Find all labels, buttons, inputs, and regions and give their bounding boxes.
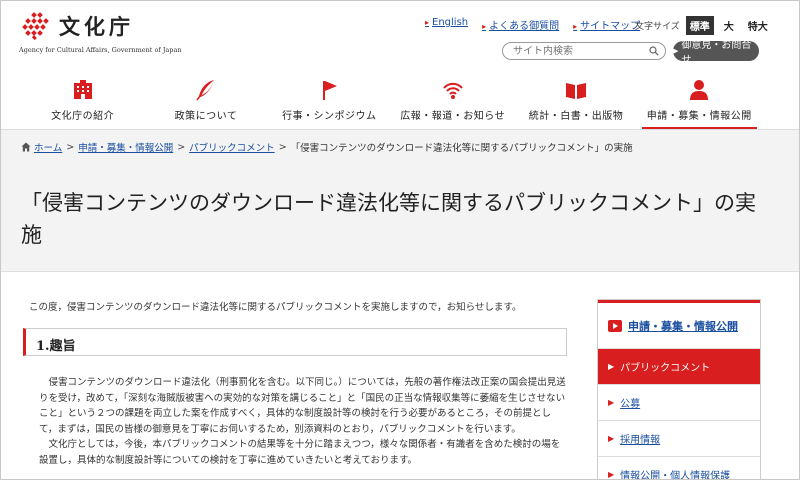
font-size-large-button[interactable]: 大 — [720, 16, 738, 35]
arrow-right-icon: ▸ — [573, 22, 578, 31]
nav-label: 政策について — [174, 111, 238, 122]
nav-label: 文化庁の紹介 — [51, 111, 115, 122]
nav-item-policy[interactable]: 政策について — [144, 73, 267, 129]
nav-label: 統計・白書・出版物 — [528, 111, 624, 122]
faq-link-label: よくある御質問 — [489, 21, 560, 32]
book-icon — [565, 83, 586, 99]
side-item-label: パブリックコメント — [620, 363, 711, 374]
breadcrumb-applications-link[interactable]: 申請・募集・情報公開 — [78, 140, 173, 154]
body-paragraph: 文化庁としては，今後，本パブリックコメントの結果等を十分に踏まえつつ，様々な関係… — [39, 439, 561, 466]
broadcast-icon — [442, 82, 463, 99]
breadcrumb-separator: > — [177, 141, 186, 153]
logo-mark-icon — [22, 12, 50, 41]
side-nav-heading[interactable]: 申請・募集・情報公開 — [598, 300, 760, 348]
nav-label: 申請・募集・情報公開 — [646, 111, 752, 122]
utility-links: ▸ English ▸ よくある御質問 ▸ サイトマップ — [425, 17, 640, 32]
body-text: 侵害コンテンツのダウンロード違法化（刑事罰化を含む。以下同じ。）については，先般… — [39, 375, 569, 468]
logo-text: 文化庁 — [59, 14, 134, 39]
breadcrumb-separator: > — [66, 141, 75, 153]
breadcrumb-separator: > — [278, 141, 287, 153]
section-heading: 1.趣旨 — [23, 328, 567, 356]
side-item-public-comment[interactable]: ▶ パブリックコメント — [598, 348, 760, 384]
chevron-right-icon: ▶ — [608, 434, 615, 443]
side-nav-heading-label: 申請・募集・情報公開 — [628, 319, 738, 333]
arrow-right-icon: ▸ — [482, 22, 487, 31]
chevron-right-icon: ▶ — [608, 470, 615, 479]
quill-icon — [196, 80, 214, 101]
chevron-right-icon: ▶ — [608, 362, 615, 371]
title-area: 「侵害コンテンツのダウンロード違法化等に関するパブリックコメント」の実施 — [1, 165, 799, 272]
font-size-label: 文字サイズ — [635, 22, 680, 32]
breadcrumb-public-comment-link[interactable]: パブリックコメント — [189, 140, 275, 154]
flag-icon — [323, 81, 338, 100]
search-input[interactable] — [513, 44, 643, 58]
side-item-label: 公募 — [620, 399, 641, 410]
nav-label: 広報・報道・お知らせ — [400, 111, 506, 122]
search-icon[interactable] — [649, 46, 659, 56]
nav-label: 行事・シンポジウム — [282, 111, 377, 122]
chevron-right-icon: ▶ — [608, 398, 615, 407]
sitemap-link[interactable]: ▸ サイトマップ — [573, 17, 640, 32]
nav-item-events[interactable]: 行事・シンポジウム — [268, 73, 391, 129]
english-link-label: English — [432, 17, 469, 28]
person-icon — [690, 80, 709, 100]
logo-subtitle: Agency for Cultural Affairs, Government … — [19, 46, 182, 54]
play-icon — [608, 319, 622, 332]
section-heading-label: 1.趣旨 — [36, 339, 76, 354]
side-item-recruitment[interactable]: ▶ 公募 — [598, 384, 760, 420]
nav-item-about[interactable]: 文化庁の紹介 — [21, 73, 144, 129]
page-title: 「侵害コンテンツのダウンロード違法化等に関するパブリックコメント」の実施 — [21, 191, 756, 247]
breadcrumb: ホーム > 申請・募集・情報公開 > パブリックコメント > 「侵害コンテンツの… — [21, 140, 633, 154]
side-item-label: 情報公開・個人情報保護 — [620, 471, 731, 480]
font-size-switcher: 文字サイズ 標準 大 特大 — [635, 16, 778, 35]
breadcrumb-home-link[interactable]: ホーム — [34, 140, 62, 154]
site-search — [502, 42, 666, 60]
side-item-employment[interactable]: ▶ 採用情報 — [598, 420, 760, 456]
contact-button[interactable]: ▶ 御意見・お問合せ — [673, 40, 759, 66]
side-nav: 申請・募集・情報公開 ▶ パブリックコメント ▶ 公募 ▶ 採用情報 ▶ 情報公… — [597, 299, 761, 480]
building-icon — [73, 80, 92, 99]
nav-item-publications[interactable]: 統計・白書・出版物 — [514, 73, 637, 129]
contact-button-label: 御意見・お問合せ — [681, 40, 752, 66]
font-size-xlarge-button[interactable]: 特大 — [744, 16, 772, 35]
sitemap-link-label: サイトマップ — [580, 21, 641, 32]
intro-text: この度，侵害コンテンツのダウンロード違法化等に関するパブリックコメントを実施しま… — [29, 302, 522, 313]
font-size-standard-button[interactable]: 標準 — [685, 16, 714, 35]
side-item-label: 採用情報 — [620, 435, 661, 446]
body-paragraph: 侵害コンテンツのダウンロード違法化（刑事罰化を含む。以下同じ。）については，先般… — [39, 377, 566, 435]
arrow-right-icon: ▸ — [425, 18, 430, 27]
side-item-disclosure[interactable]: ▶ 情報公開・個人情報保護 — [598, 456, 760, 480]
nav-item-applications[interactable]: 申請・募集・情報公開 — [638, 73, 761, 129]
nav-item-news[interactable]: 広報・報道・お知らせ — [391, 73, 514, 129]
page-frame: 文化庁 Agency for Cultural Affairs, Governm… — [0, 0, 800, 480]
breadcrumb-current: 「侵害コンテンツのダウンロード違法化等に関するパブリックコメント」の実施 — [290, 143, 633, 154]
faq-link[interactable]: ▸ よくある御質問 — [482, 17, 559, 32]
site-logo[interactable]: 文化庁 Agency for Cultural Affairs, Governm… — [19, 9, 182, 55]
home-icon — [21, 142, 31, 152]
global-nav: 文化庁の紹介 政策について 行事・シンポジウム 広報・報道・お知らせ 統計・白書… — [21, 73, 761, 129]
arrow-right-icon: ▶ — [673, 47, 679, 55]
breadcrumb-bar: ホーム > 申請・募集・情報公開 > パブリックコメント > 「侵害コンテンツの… — [1, 129, 799, 165]
english-link[interactable]: ▸ English — [425, 17, 468, 32]
